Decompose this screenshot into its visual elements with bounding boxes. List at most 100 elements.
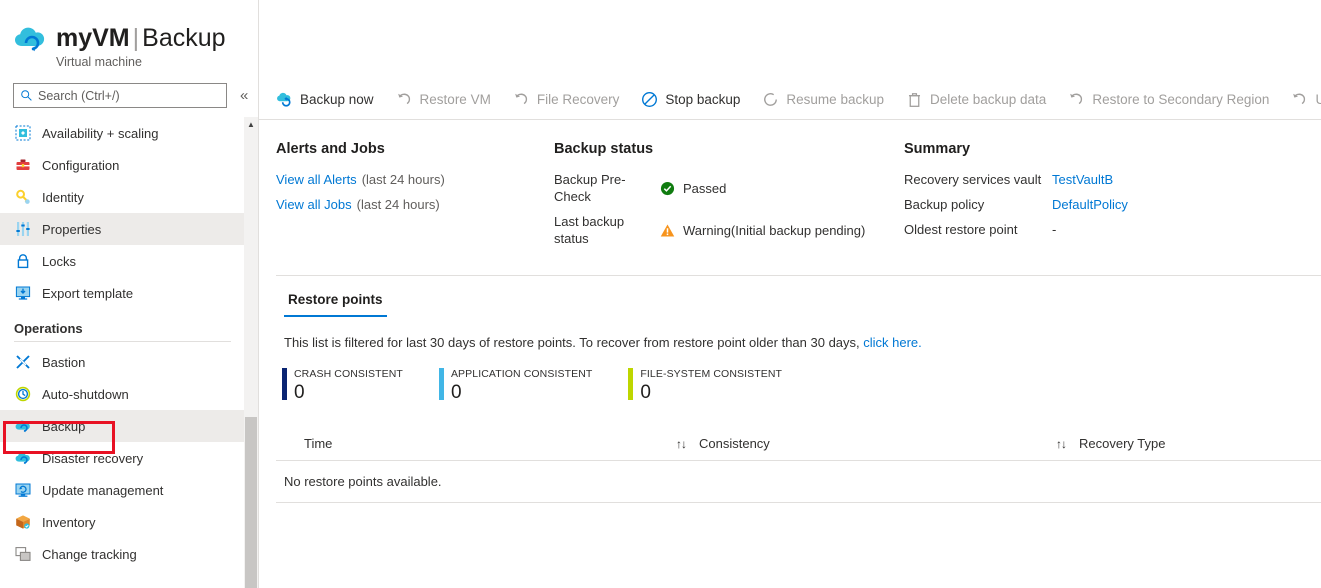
tile-value: 0 bbox=[640, 382, 782, 403]
scroll-up-arrow-icon[interactable]: ▲ bbox=[244, 117, 258, 131]
sidebar-item-backup[interactable]: Backup bbox=[0, 410, 245, 442]
sidebar-item-label: Export template bbox=[42, 286, 133, 301]
blade-title-block: myVM|Backup Virtual machine bbox=[56, 22, 226, 69]
sidebar-item-update-management[interactable]: Update management bbox=[0, 474, 245, 506]
resume-backup-button[interactable]: Resume backup bbox=[762, 91, 884, 108]
backup-cloud-icon bbox=[14, 22, 48, 56]
alerts-timeframe-note: (last 24 hours) bbox=[362, 171, 445, 188]
search-input[interactable]: Search (Ctrl+/) bbox=[13, 83, 227, 108]
tile-label: FILE-SYSTEM CONSISTENT bbox=[640, 368, 782, 381]
bastion-icon bbox=[14, 354, 31, 371]
backup-precheck-label: Backup Pre-Check bbox=[554, 171, 660, 205]
command-bar: Backup now Restore VM bbox=[259, 80, 1321, 120]
recovery-services-vault-link[interactable]: TestVaultB bbox=[1052, 171, 1113, 188]
sidebar-item-properties[interactable]: Properties bbox=[0, 213, 245, 245]
sidebar-item-availability-scaling[interactable]: Availability + scaling bbox=[0, 117, 245, 149]
view-all-jobs-link[interactable]: View all Jobs bbox=[276, 196, 352, 213]
toolbar-button-label: Backup now bbox=[300, 92, 374, 107]
column-label: Consistency bbox=[699, 436, 770, 451]
stop-circle-icon bbox=[641, 91, 658, 108]
restore-vm-button[interactable]: Restore VM bbox=[396, 91, 491, 108]
file-system-consistent-accent-bar bbox=[628, 368, 633, 400]
summary-card: Summary Recovery services vault TestVaul… bbox=[904, 141, 1254, 255]
backup-now-button[interactable]: Backup now bbox=[276, 91, 374, 108]
sidebar-item-inventory[interactable]: Inventory bbox=[0, 506, 245, 538]
crash-consistent-tile: CRASH CONSISTENT 0 bbox=[282, 368, 403, 403]
column-header-consistency[interactable]: ↑↓ Consistency bbox=[676, 436, 1056, 451]
disaster-recovery-cloud-icon bbox=[14, 450, 31, 467]
file-recovery-button[interactable]: File Recovery bbox=[513, 91, 620, 108]
oldest-restore-point-row: Oldest restore point - bbox=[904, 221, 1254, 238]
toolbar-button-label: Restore VM bbox=[420, 92, 491, 107]
restore-points-filter-note: This list is filtered for last 30 days o… bbox=[276, 317, 1321, 350]
oldest-restore-point-label: Oldest restore point bbox=[904, 221, 1052, 238]
backup-policy-link[interactable]: DefaultPolicy bbox=[1052, 196, 1128, 213]
sidebar-item-disaster-recovery[interactable]: Disaster recovery bbox=[0, 442, 245, 474]
page-name: Backup bbox=[142, 24, 225, 52]
tile-value: 0 bbox=[451, 382, 592, 403]
identity-key-icon bbox=[14, 189, 31, 206]
consistency-tiles: CRASH CONSISTENT 0 APPLICATION CONSISTEN… bbox=[276, 350, 1321, 403]
last-backup-status-value: Warning(Initial backup pending) bbox=[683, 222, 865, 239]
search-icon bbox=[20, 89, 33, 102]
restore-icon bbox=[1291, 91, 1308, 108]
stop-backup-button[interactable]: Stop backup bbox=[641, 91, 740, 108]
summary-cards: Alerts and Jobs View all Alerts (last 24… bbox=[259, 120, 1321, 255]
sidebar-item-label: Locks bbox=[42, 254, 76, 269]
restore-to-secondary-region-button[interactable]: Restore to Secondary Region bbox=[1068, 91, 1269, 108]
sidebar-item-label: Backup bbox=[42, 419, 85, 434]
sidebar-item-bastion[interactable]: Bastion bbox=[0, 346, 245, 378]
sidebar-item-label: Properties bbox=[42, 222, 101, 237]
search-row: Search (Ctrl+/) « bbox=[0, 69, 258, 108]
sidebar-item-identity[interactable]: Identity bbox=[0, 181, 245, 213]
sidebar-item-label: Update management bbox=[42, 483, 163, 498]
warning-triangle-icon bbox=[660, 222, 676, 238]
delete-backup-data-button[interactable]: Delete backup data bbox=[906, 91, 1046, 108]
blade-header: myVM|Backup Virtual machine bbox=[0, 0, 258, 69]
view-all-alerts-row: View all Alerts (last 24 hours) bbox=[276, 171, 554, 188]
sidebar-scrollbar[interactable]: ▲ bbox=[244, 117, 258, 588]
sidebar-group-operations: Operations bbox=[0, 309, 245, 341]
sidebar-item-change-tracking[interactable]: Change tracking bbox=[0, 538, 245, 570]
toolbar-button-label: Delete backup data bbox=[930, 92, 1046, 107]
restore-icon bbox=[513, 91, 530, 108]
sidebar-item-auto-shutdown[interactable]: Auto-shutdown bbox=[0, 378, 245, 410]
sidebar-item-locks[interactable]: Locks bbox=[0, 245, 245, 277]
properties-sliders-icon bbox=[14, 221, 31, 238]
undelete-button[interactable]: Undelete bbox=[1291, 91, 1321, 108]
chevron-double-left-icon[interactable]: « bbox=[236, 86, 252, 105]
table-empty-state: No restore points available. bbox=[276, 461, 1321, 503]
click-here-link[interactable]: click here. bbox=[863, 335, 922, 350]
tab-restore-points[interactable]: Restore points bbox=[284, 292, 387, 317]
restore-icon bbox=[1068, 91, 1085, 108]
title-separator: | bbox=[130, 24, 143, 52]
scrollbar-thumb[interactable] bbox=[245, 417, 257, 588]
inventory-box-icon bbox=[14, 514, 31, 531]
table-header-row: Time ↑↓ Consistency ↑↓ Recovery Type bbox=[276, 427, 1321, 461]
sidebar-item-label: Availability + scaling bbox=[42, 126, 158, 141]
backup-content-pane: Backup now Restore VM bbox=[259, 0, 1321, 588]
configuration-toolbox-icon bbox=[14, 157, 31, 174]
sidebar-item-label: Configuration bbox=[42, 158, 119, 173]
file-system-consistent-tile: FILE-SYSTEM CONSISTENT 0 bbox=[628, 368, 782, 403]
change-tracking-icon bbox=[14, 546, 31, 563]
tile-label: CRASH CONSISTENT bbox=[294, 368, 403, 381]
backup-policy-row: Backup policy DefaultPolicy bbox=[904, 196, 1254, 213]
toolbar-button-label: Undelete bbox=[1315, 92, 1321, 107]
backup-status-card: Backup status Backup Pre-Check Passed La… bbox=[554, 141, 904, 255]
sidebar-item-export-template[interactable]: Export template bbox=[0, 277, 245, 309]
sidebar-item-configuration[interactable]: Configuration bbox=[0, 149, 245, 181]
sidebar-item-label: Inventory bbox=[42, 515, 95, 530]
azure-portal-blade: myVM|Backup Virtual machine Search (Ctrl… bbox=[0, 0, 1321, 588]
view-all-alerts-link[interactable]: View all Alerts bbox=[276, 171, 357, 188]
backup-cloud-icon bbox=[14, 418, 31, 435]
column-header-time[interactable]: Time bbox=[304, 436, 676, 451]
sort-updown-icon[interactable]: ↑↓ bbox=[1056, 437, 1066, 451]
resource-name: myVM bbox=[56, 24, 130, 52]
availability-scaling-icon bbox=[14, 125, 31, 142]
resource-type-subtitle: Virtual machine bbox=[56, 55, 226, 69]
column-header-recovery-type[interactable]: ↑↓ Recovery Type bbox=[1056, 436, 1321, 451]
trash-icon bbox=[906, 91, 923, 108]
resource-menu-list: Availability + scaling Configuration bbox=[0, 117, 245, 588]
sort-updown-icon[interactable]: ↑↓ bbox=[676, 437, 686, 451]
